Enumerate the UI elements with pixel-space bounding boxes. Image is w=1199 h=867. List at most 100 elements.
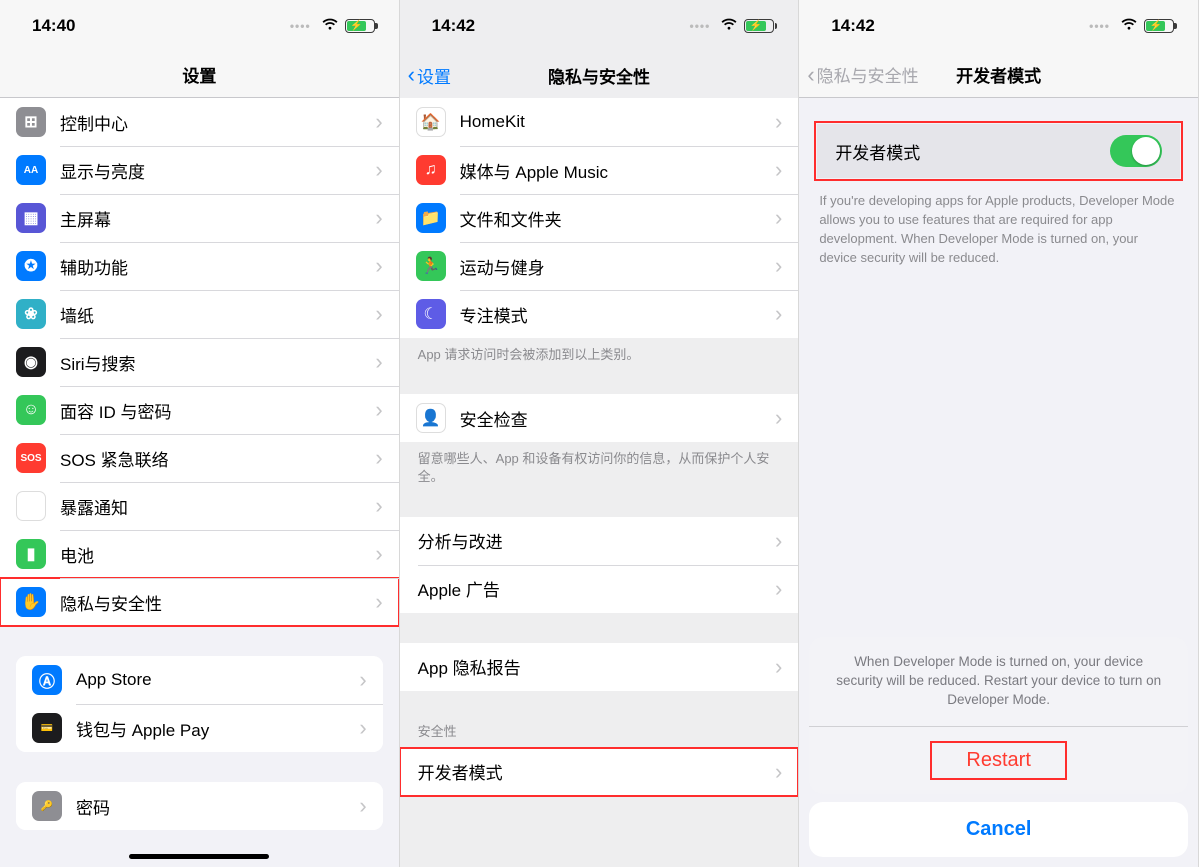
settings-row[interactable]: ▮ 电池 › [0, 530, 399, 578]
display-brightness-icon: AA [16, 155, 46, 185]
focus-icon: ☾ [416, 299, 446, 329]
settings-row[interactable]: ☺ 面容 ID 与密码 › [0, 386, 399, 434]
row-label: 文件和文件夹 [460, 206, 775, 231]
developer-mode-switch[interactable] [1110, 135, 1162, 167]
privacy-row[interactable]: Apple 广告 › [400, 565, 799, 613]
status-right: •••• ⚡ [290, 16, 375, 36]
settings-row[interactable]: ⊞ 控制中心 › [0, 98, 399, 146]
settings-row[interactable]: ✺ 暴露通知 › [0, 482, 399, 530]
privacy-group: 开发者模式 › [400, 748, 799, 796]
chevron-right-icon: › [359, 669, 366, 691]
settings-row[interactable]: ✪ 辅助功能 › [0, 242, 399, 290]
row-label: SOS 紧急联络 [60, 446, 375, 471]
media-music-icon: ♫ [416, 155, 446, 185]
chevron-right-icon: › [375, 447, 382, 469]
page-title: 设置 [182, 62, 216, 87]
settings-row[interactable]: ▦ 主屏幕 › [0, 194, 399, 242]
back-label: 设置 [417, 63, 451, 88]
privacy-row[interactable]: 🏠 HomeKit › [400, 98, 799, 146]
privacy-row[interactable]: 📁 文件和文件夹 › [400, 194, 799, 242]
chevron-right-icon: › [359, 795, 366, 817]
privacy-row[interactable]: 分析与改进 › [400, 517, 799, 565]
home-indicator[interactable] [129, 854, 269, 859]
chevron-right-icon: › [375, 591, 382, 613]
sos-icon: SOS [16, 443, 46, 473]
privacy-row[interactable]: 🏃 运动与健身 › [400, 242, 799, 290]
battery-charging-icon: ⚡ [744, 19, 774, 33]
nav-header: ‹ 隐私与安全性 开发者模式 [799, 52, 1198, 98]
group-header: 安全性 [400, 721, 799, 748]
settings-row[interactable]: ◉ Siri与搜索 › [0, 338, 399, 386]
chevron-right-icon: › [775, 303, 782, 325]
appstore-icon: Ⓐ [32, 665, 62, 695]
back-button[interactable]: ‹ 设置 [408, 63, 451, 88]
row-label: 隐私与安全性 [60, 590, 375, 615]
cellular-dots-icon: •••• [290, 19, 311, 33]
row-label: 电池 [60, 542, 375, 567]
restart-button-label: Restart [966, 749, 1030, 771]
chevron-right-icon: › [775, 159, 782, 181]
chevron-right-icon: › [775, 111, 782, 133]
settings-row[interactable]: SOS SOS 紧急联络 › [0, 434, 399, 482]
settings-row[interactable]: 🔑 密码 › [16, 782, 383, 830]
wallpaper-icon: ❀ [16, 299, 46, 329]
privacy-row[interactable]: App 隐私报告 › [400, 643, 799, 691]
fitness-icon: 🏃 [416, 251, 446, 281]
back-button[interactable]: ‹ 隐私与安全性 [807, 62, 918, 87]
row-label: 显示与亮度 [60, 158, 375, 183]
privacy-row[interactable]: ☾ 专注模式 › [400, 290, 799, 338]
nav-header: 设置 [0, 52, 399, 98]
row-label: 主屏幕 [60, 206, 375, 231]
page-title: 开发者模式 [956, 62, 1041, 87]
home-screen-icon: ▦ [16, 203, 46, 233]
safety-check-icon: 👤 [416, 403, 446, 433]
settings-group: Ⓐ App Store › 💳 钱包与 Apple Pay › [16, 656, 383, 752]
privacy-group: 🏠 HomeKit › ♫ 媒体与 Apple Music › 📁 文件和文件夹… [400, 98, 799, 338]
accessibility-icon: ✪ [16, 251, 46, 281]
chevron-right-icon: › [775, 255, 782, 277]
settings-row[interactable]: ❀ 墙纸 › [0, 290, 399, 338]
privacy-list[interactable]: 🏠 HomeKit › ♫ 媒体与 Apple Music › 📁 文件和文件夹… [400, 98, 799, 867]
chevron-right-icon: › [375, 159, 382, 181]
chevron-right-icon: › [375, 303, 382, 325]
cancel-button[interactable]: Cancel [809, 802, 1188, 857]
settings-row[interactable]: Ⓐ App Store › [16, 656, 383, 704]
privacy-row[interactable]: ♫ 媒体与 Apple Music › [400, 146, 799, 194]
privacy-icon: ✋ [16, 587, 46, 617]
settings-row[interactable]: ✋ 隐私与安全性 › [0, 578, 399, 626]
settings-row[interactable]: AA 显示与亮度 › [0, 146, 399, 194]
status-time: 14:42 [432, 16, 475, 36]
status-bar: 14:42 •••• ⚡ [400, 0, 799, 52]
status-right: •••• ⚡ [690, 16, 775, 36]
chevron-right-icon: › [775, 578, 782, 600]
cellular-dots-icon: •••• [690, 19, 711, 33]
chevron-right-icon: › [375, 399, 382, 421]
wifi-icon [1120, 16, 1138, 36]
settings-row[interactable]: 💳 钱包与 Apple Pay › [16, 704, 383, 752]
settings-group: ⊞ 控制中心 › AA 显示与亮度 › ▦ 主屏幕 › ✪ 辅助功能 › ❀ 墙… [0, 98, 399, 626]
developer-mode-toggle-row-highlight: 开发者模式 [815, 122, 1182, 180]
row-label: HomeKit [460, 112, 775, 132]
group-footer: App 请求访问时会被添加到以上类别。 [400, 338, 799, 364]
settings-list[interactable]: ⊞ 控制中心 › AA 显示与亮度 › ▦ 主屏幕 › ✪ 辅助功能 › ❀ 墙… [0, 98, 399, 867]
restart-button-highlight: Restart [932, 743, 1064, 778]
exposure-icon: ✺ [16, 491, 46, 521]
toggle-label: 开发者模式 [835, 139, 1110, 164]
page-title: 隐私与安全性 [548, 63, 650, 88]
developer-mode-toggle-row[interactable]: 开发者模式 [817, 124, 1180, 178]
chevron-left-icon: ‹ [408, 64, 415, 86]
status-bar: 14:40 •••• ⚡ [0, 0, 399, 52]
restart-button[interactable]: Restart [809, 726, 1188, 794]
privacy-group: 分析与改进 › Apple 广告 › [400, 517, 799, 613]
chevron-right-icon: › [775, 407, 782, 429]
privacy-security-screen: 14:42 •••• ⚡ ‹ 设置 隐私与安全性 🏠 HomeKit › ♫ 媒… [400, 0, 800, 867]
wifi-icon [720, 16, 738, 36]
privacy-row[interactable]: 开发者模式 › [400, 748, 799, 796]
faceid-passcode-icon: ☺ [16, 395, 46, 425]
restart-action-sheet: When Developer Mode is turned on, your d… [809, 637, 1188, 857]
chevron-right-icon: › [775, 656, 782, 678]
developer-mode-screen: 14:42 •••• ⚡ ‹ 隐私与安全性 开发者模式 开发者模式 If you… [799, 0, 1199, 867]
privacy-row[interactable]: 👤 安全检查 › [400, 394, 799, 442]
status-right: •••• ⚡ [1089, 16, 1174, 36]
row-label: 分析与改进 [418, 528, 775, 553]
